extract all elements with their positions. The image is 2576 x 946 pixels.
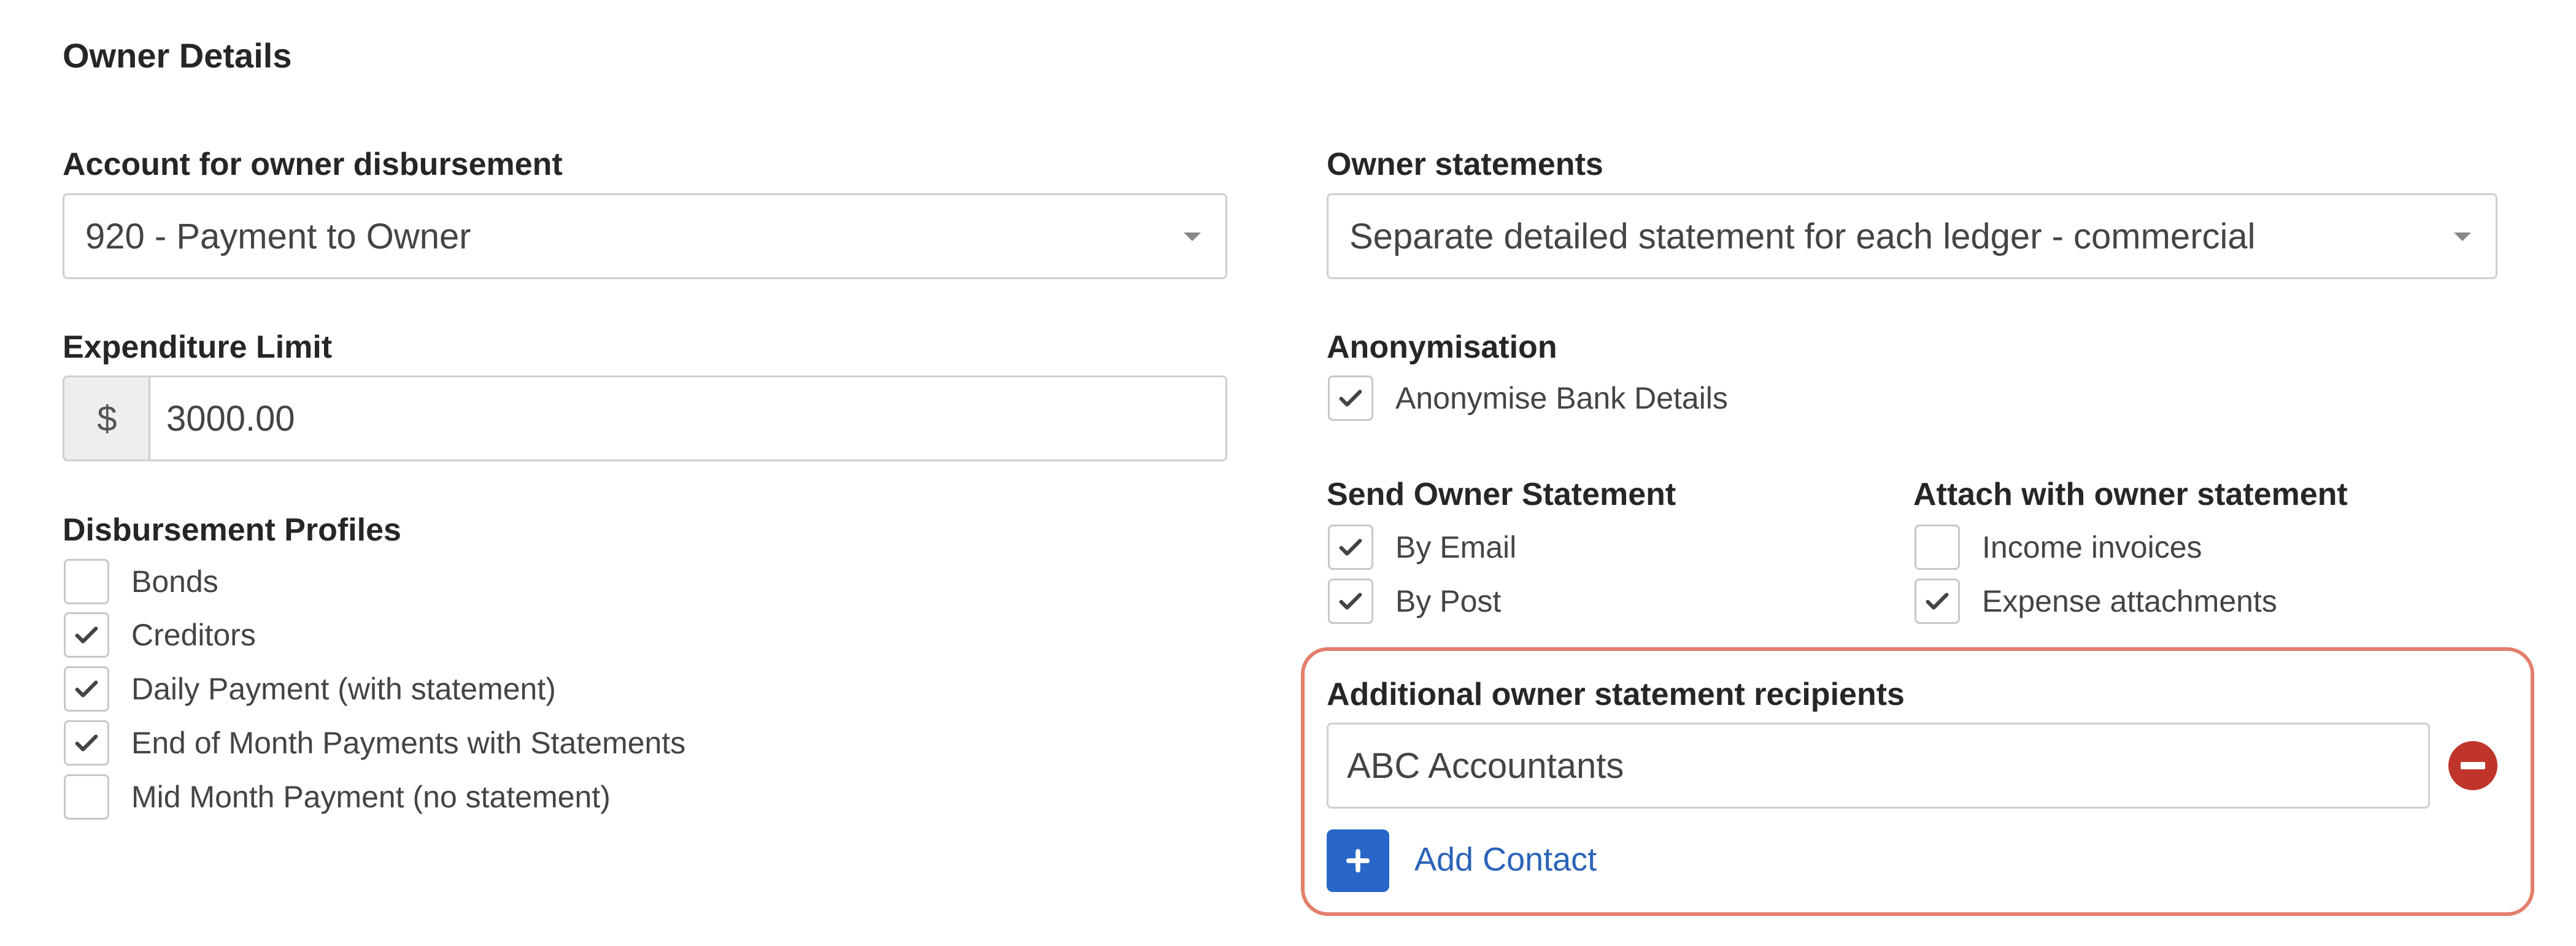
checkbox-unchecked[interactable] xyxy=(64,559,109,604)
checkbox-unchecked[interactable] xyxy=(64,774,109,820)
attach-with-statement-label: Attach with owner statement xyxy=(1913,477,2348,512)
check-icon xyxy=(1339,593,1362,610)
profile-end-of-month[interactable]: End of Month Payments with Statements xyxy=(64,720,685,766)
add-contact-button[interactable] xyxy=(1327,829,1389,892)
checkbox-checked[interactable] xyxy=(1328,375,1373,421)
expenditure-limit-input[interactable]: 3000.00 xyxy=(148,375,1227,461)
checkbox-label: End of Month Payments with Statements xyxy=(131,726,686,760)
check-icon xyxy=(1339,539,1362,556)
expenditure-limit-value: 3000.00 xyxy=(166,398,295,439)
remove-recipient-button[interactable] xyxy=(2448,741,2497,790)
checkbox-unchecked[interactable] xyxy=(1915,525,1960,570)
checkbox-label: Expense attachments xyxy=(1982,584,2277,618)
plus-icon xyxy=(1346,848,1370,873)
check-icon xyxy=(1926,593,1949,610)
additional-recipients-label: Additional owner statement recipients xyxy=(1327,677,1905,712)
minus-circle-icon xyxy=(2461,762,2485,769)
section-title: Owner Details xyxy=(63,36,292,75)
checkbox-label: Daily Payment (with statement) xyxy=(131,672,556,706)
owner-statements-value: Separate detailed statement for each led… xyxy=(1349,216,2256,256)
disbursement-account-value: 920 - Payment to Owner xyxy=(85,216,471,256)
checkbox-label: Creditors xyxy=(131,618,256,652)
checkbox-checked[interactable] xyxy=(64,666,109,712)
send-owner-statement-label: Send Owner Statement xyxy=(1327,477,1676,512)
attach-income-invoices[interactable]: Income invoices xyxy=(1915,525,2202,570)
checkbox-label: Anonymise Bank Details xyxy=(1395,381,1728,415)
profile-creditors[interactable]: Creditors xyxy=(64,612,256,658)
disbursement-profiles-label: Disbursement Profiles xyxy=(63,512,401,548)
caret-down-icon xyxy=(2454,233,2471,241)
send-by-email[interactable]: By Email xyxy=(1328,525,1516,570)
checkbox-label: Bonds xyxy=(131,564,218,599)
check-icon xyxy=(75,626,98,644)
checkbox-checked[interactable] xyxy=(1328,579,1373,624)
checkbox-label: Income invoices xyxy=(1982,530,2202,564)
recipient-input[interactable]: ABC Accountants xyxy=(1327,723,2430,809)
disbursement-account-select[interactable]: 920 - Payment to Owner xyxy=(63,193,1227,279)
anonymisation-label: Anonymisation xyxy=(1327,329,1557,365)
checkbox-label: By Post xyxy=(1395,584,1502,618)
checkbox-label: Mid Month Payment (no statement) xyxy=(131,780,611,814)
check-icon xyxy=(75,734,98,752)
owner-statements-select[interactable]: Separate detailed statement for each led… xyxy=(1327,193,2497,279)
check-icon xyxy=(75,680,98,698)
attach-expense-attachments[interactable]: Expense attachments xyxy=(1915,579,2277,624)
checkbox-checked[interactable] xyxy=(64,720,109,766)
caret-down-icon xyxy=(1184,233,1201,241)
profile-mid-month[interactable]: Mid Month Payment (no statement) xyxy=(64,774,611,820)
send-by-post[interactable]: By Post xyxy=(1328,579,1501,624)
check-icon xyxy=(1339,390,1362,407)
recipient-value: ABC Accountants xyxy=(1347,745,1624,786)
checkbox-checked[interactable] xyxy=(1915,579,1960,624)
checkbox-checked[interactable] xyxy=(1328,525,1373,570)
expenditure-limit-label: Expenditure Limit xyxy=(63,329,333,365)
currency-prefix: $ xyxy=(63,375,150,461)
disbursement-account-label: Account for owner disbursement xyxy=(63,147,563,182)
profile-bonds[interactable]: Bonds xyxy=(64,559,218,604)
checkbox-checked[interactable] xyxy=(64,612,109,658)
checkbox-label: By Email xyxy=(1395,530,1517,564)
add-contact-link[interactable]: Add Contact xyxy=(1414,840,1597,879)
owner-statements-label: Owner statements xyxy=(1327,147,1603,182)
profile-daily-payment[interactable]: Daily Payment (with statement) xyxy=(64,666,556,712)
anonymise-bank-details[interactable]: Anonymise Bank Details xyxy=(1328,375,1728,421)
